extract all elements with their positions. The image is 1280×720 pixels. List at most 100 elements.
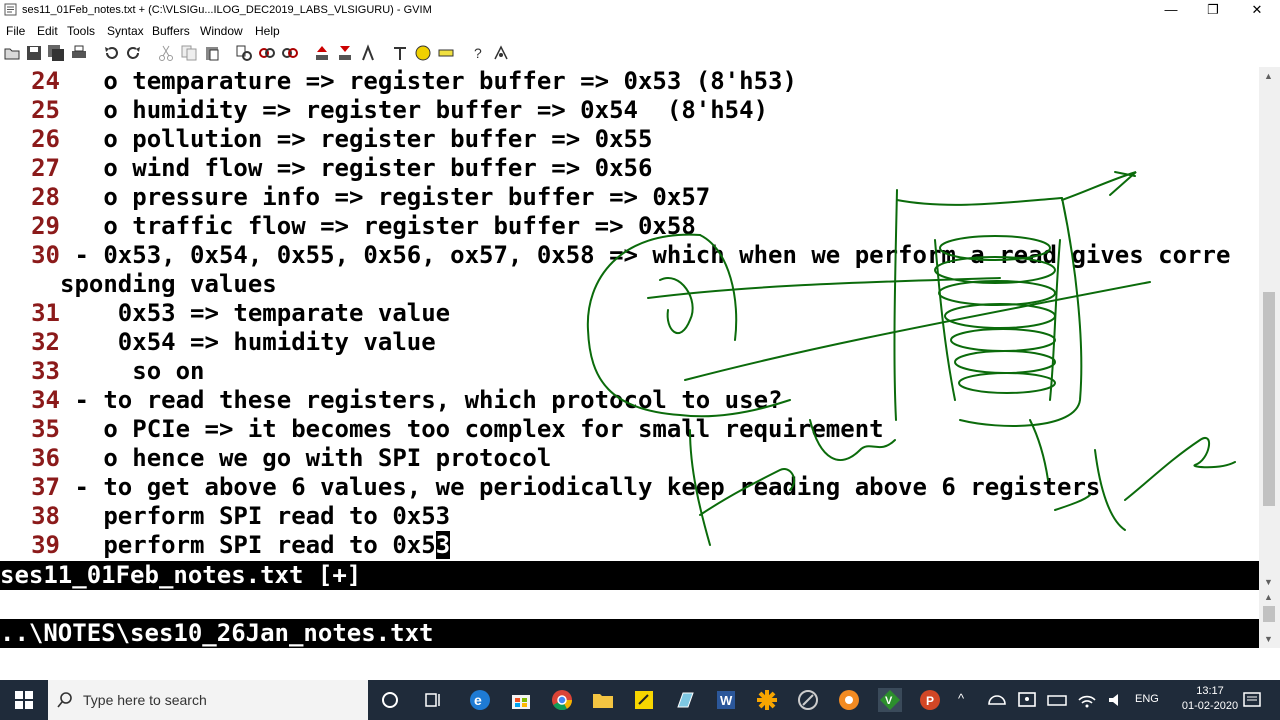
replace-icon[interactable] <box>235 44 253 62</box>
powerpoint-icon[interactable]: P <box>918 688 942 712</box>
store-icon[interactable] <box>509 688 533 712</box>
copy-icon[interactable] <box>180 44 198 62</box>
cut-icon[interactable] <box>157 44 175 62</box>
line-text: o wind flow => register buffer => 0x56 <box>60 154 653 182</box>
ctags-icon[interactable] <box>437 44 455 62</box>
open-file-icon[interactable] <box>3 44 21 62</box>
editor-line[interactable]: 39 perform SPI read to 0x53 <box>0 531 451 560</box>
editor-line[interactable]: 34 - to read these registers, which prot… <box>0 386 782 415</box>
editor-line[interactable]: 29 o traffic flow => register buffer => … <box>0 212 696 241</box>
close-button[interactable]: ✕ <box>1236 0 1278 21</box>
shell-icon[interactable] <box>414 44 432 62</box>
scrollbar-thumb[interactable] <box>1263 606 1275 622</box>
line-number: 38 <box>31 502 60 530</box>
editor-line[interactable]: 30 - 0x53, 0x54, 0x55, 0x56, ox57, 0x58 … <box>0 241 1230 270</box>
keyboard-icon[interactable] <box>1045 688 1069 712</box>
line-text: o temparature => register buffer => 0x53… <box>60 67 797 95</box>
redo-icon[interactable] <box>125 44 143 62</box>
print-icon[interactable] <box>70 44 88 62</box>
svg-text:W: W <box>720 693 733 708</box>
title-bar: ses11_01Feb_notes.txt + (C:\VLSIGu...ILO… <box>0 0 1280 21</box>
paint-tool-icon[interactable] <box>755 688 779 712</box>
notepad-icon[interactable] <box>673 688 697 712</box>
editor-line[interactable]: 32 0x54 => humidity value <box>0 328 436 357</box>
orange-app-icon[interactable] <box>837 688 861 712</box>
find-next-icon[interactable] <box>258 44 276 62</box>
scroll-down-icon[interactable]: ▼ <box>1264 634 1273 644</box>
line-text: o pollution => register buffer => 0x55 <box>60 125 653 153</box>
line-number: 28 <box>31 183 60 211</box>
minimize-button[interactable]: — <box>1150 0 1192 21</box>
scroll-up-icon[interactable]: ▲ <box>1264 71 1273 81</box>
scrollbar-thumb[interactable] <box>1263 292 1275 506</box>
task-view-icon[interactable] <box>422 688 446 712</box>
status-line-current: ses11_01Feb_notes.txt [+] <box>0 561 1259 590</box>
editor-line[interactable]: 36 o hence we go with SPI protocol <box>0 444 551 473</box>
chevron-up-icon[interactable]: ^ <box>958 691 964 706</box>
gvim-taskbar-icon[interactable]: V <box>878 688 902 712</box>
system-clock[interactable]: 13:17 01-02-2020 <box>1180 684 1240 714</box>
paste-icon[interactable] <box>203 44 221 62</box>
editor-line[interactable]: 28 o pressure info => register buffer =>… <box>0 183 710 212</box>
chrome-icon[interactable] <box>550 688 574 712</box>
vertical-scrollbar[interactable]: ▲ ▼ <box>1259 67 1280 591</box>
undo-icon[interactable] <box>102 44 120 62</box>
help-icon[interactable]: ? <box>469 44 487 62</box>
lower-vertical-scrollbar[interactable]: ▲ ▼ <box>1259 590 1280 648</box>
line-number: 32 <box>31 328 60 356</box>
editor-line[interactable]: sponding values <box>0 270 277 299</box>
sticky-notes-icon[interactable] <box>632 688 656 712</box>
language-indicator[interactable]: ENG <box>1135 693 1159 705</box>
editor-line[interactable]: 35 o PCIe => it becomes too complex for … <box>0 415 884 444</box>
line-number: 29 <box>31 212 60 240</box>
windows-start-icon[interactable] <box>12 688 36 712</box>
find-prev-icon[interactable] <box>281 44 299 62</box>
cortana-icon[interactable] <box>378 688 402 712</box>
snipping-tool-icon[interactable] <box>796 688 820 712</box>
taskbar-search-box[interactable]: Type here to search <box>48 680 368 720</box>
screen-capture-icon[interactable] <box>1015 688 1039 712</box>
find-help-icon[interactable] <box>492 44 510 62</box>
editor-line[interactable]: 24 o temparature => register buffer => 0… <box>0 67 797 96</box>
scroll-up-icon[interactable]: ▲ <box>1264 592 1273 602</box>
line-number: 33 <box>31 357 60 385</box>
maximize-button[interactable]: ❐ <box>1192 0 1234 21</box>
word-icon[interactable]: W <box>714 688 738 712</box>
editor-line[interactable]: 37 - to get above 6 values, we periodica… <box>0 473 1100 502</box>
line-text: o humidity => register buffer => 0x54 (8… <box>60 96 769 124</box>
menu-tools[interactable]: Tools <box>67 24 95 38</box>
menu-syntax[interactable]: Syntax <box>107 24 144 38</box>
line-number: 34 <box>31 386 60 414</box>
notifications-icon[interactable] <box>1240 688 1264 712</box>
editor-pane[interactable]: 24 o temparature => register buffer => 0… <box>0 67 1259 561</box>
wifi-icon[interactable] <box>1075 688 1099 712</box>
lower-window-line[interactable]: 15 <box>0 590 89 647</box>
menu-edit[interactable]: Edit <box>37 24 58 38</box>
network-app-icon[interactable] <box>985 688 1009 712</box>
menu-window[interactable]: Window <box>200 24 243 38</box>
line-number: 39 <box>31 531 60 559</box>
load-session-icon[interactable] <box>313 44 331 62</box>
make-icon[interactable] <box>391 44 409 62</box>
editor-line[interactable]: 25 o humidity => register buffer => 0x54… <box>0 96 768 125</box>
save-icon[interactable] <box>25 44 43 62</box>
line-number: 26 <box>31 125 60 153</box>
save-all-icon[interactable] <box>47 44 65 62</box>
menu-help[interactable]: Help <box>255 24 280 38</box>
menu-file[interactable]: File <box>6 24 25 38</box>
file-explorer-icon[interactable] <box>591 688 615 712</box>
save-session-icon[interactable] <box>336 44 354 62</box>
svg-text:V: V <box>885 695 893 707</box>
editor-line[interactable]: 31 0x53 => temparate value <box>0 299 450 328</box>
editor-line[interactable]: 27 o wind flow => register buffer => 0x5… <box>0 154 652 183</box>
menu-buffers[interactable]: Buffers <box>152 24 190 38</box>
line-number: 30 <box>31 241 60 269</box>
editor-line[interactable]: 33 so on <box>0 357 204 386</box>
run-script-icon[interactable] <box>359 44 377 62</box>
clock-time: 13:17 <box>1196 685 1224 697</box>
editor-line[interactable]: 38 perform SPI read to 0x53 <box>0 502 450 531</box>
scroll-down-icon[interactable]: ▼ <box>1264 577 1273 587</box>
editor-line[interactable]: 26 o pollution => register buffer => 0x5… <box>0 125 652 154</box>
volume-icon[interactable] <box>1105 688 1129 712</box>
edge-browser-icon[interactable]: e <box>468 688 492 712</box>
